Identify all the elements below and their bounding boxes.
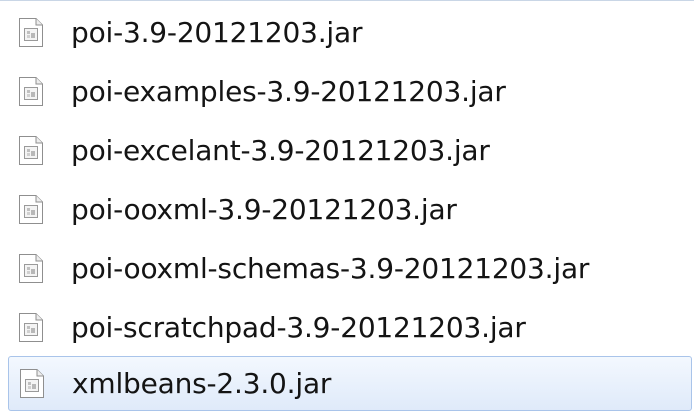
jar-file-icon <box>18 253 44 284</box>
file-name: poi-examples-3.9-20121203.jar <box>71 75 506 108</box>
file-item-poi[interactable]: poi-3.9-20121203.jar <box>8 5 692 60</box>
file-item-poi-ooxml[interactable]: poi-ooxml-3.9-20121203.jar <box>8 182 692 237</box>
file-item-xmlbeans[interactable]: xmlbeans-2.3.0.jar <box>8 356 692 411</box>
file-name: poi-ooxml-schemas-3.9-20121203.jar <box>71 252 590 285</box>
jar-file-icon <box>18 76 44 107</box>
file-name: xmlbeans-2.3.0.jar <box>72 367 332 400</box>
file-name: poi-ooxml-3.9-20121203.jar <box>71 193 457 226</box>
file-list: poi-3.9-20121203.jar poi-examples-3.9-20… <box>0 0 694 412</box>
jar-file-icon <box>18 312 44 343</box>
file-item-poi-excelant[interactable]: poi-excelant-3.9-20121203.jar <box>8 123 692 178</box>
jar-file-icon <box>19 368 45 399</box>
file-item-poi-scratchpad[interactable]: poi-scratchpad-3.9-20121203.jar <box>8 300 692 355</box>
jar-file-icon <box>18 194 44 225</box>
file-name: poi-excelant-3.9-20121203.jar <box>71 134 490 167</box>
file-item-poi-examples[interactable]: poi-examples-3.9-20121203.jar <box>8 64 692 119</box>
file-name: poi-3.9-20121203.jar <box>71 16 363 49</box>
file-item-poi-ooxml-schemas[interactable]: poi-ooxml-schemas-3.9-20121203.jar <box>8 241 692 296</box>
jar-file-icon <box>18 17 44 48</box>
file-name: poi-scratchpad-3.9-20121203.jar <box>71 311 526 344</box>
jar-file-icon <box>18 135 44 166</box>
